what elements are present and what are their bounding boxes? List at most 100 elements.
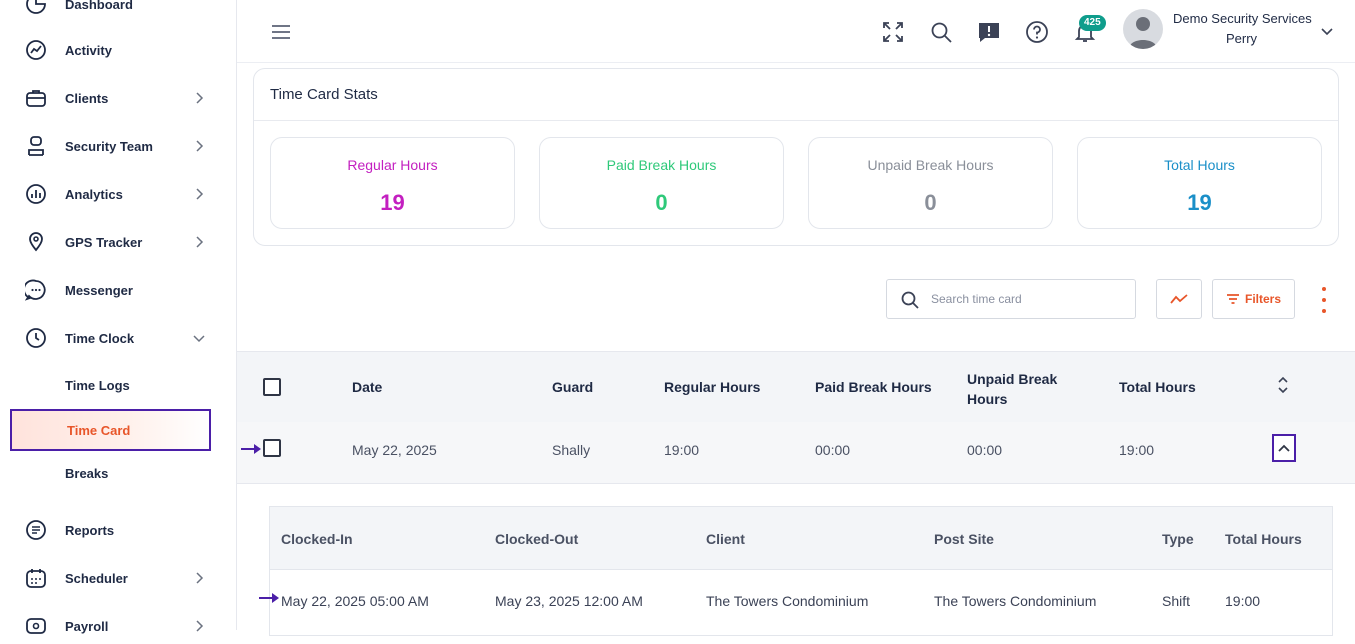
column-header-client[interactable]: Client <box>706 531 745 547</box>
stat-value: 19 <box>1187 190 1212 215</box>
sidebar-item-label: Scheduler <box>65 570 128 586</box>
stat-total-hours: Total Hours 19 <box>1077 137 1322 229</box>
avatar[interactable] <box>1123 9 1163 49</box>
clock-icon <box>25 327 47 349</box>
column-header-guard[interactable]: Guard <box>552 379 593 395</box>
column-header-regular-hours[interactable]: Regular Hours <box>664 379 760 395</box>
sidebar-item-activity[interactable]: Activity <box>0 32 237 68</box>
sidebar-subitem-breaks[interactable]: Breaks <box>0 457 237 489</box>
sidebar-item-messenger[interactable]: Messenger <box>0 272 237 308</box>
sidebar-subitem-label: Time Card <box>67 423 131 438</box>
sidebar-item-reports[interactable]: Reports <box>0 512 237 548</box>
pointer-arrow-icon <box>241 444 261 454</box>
column-header-date[interactable]: Date <box>352 379 382 395</box>
table-header: Date Guard Regular Hours Paid Break Hour… <box>237 351 1355 422</box>
chevron-right-icon <box>196 620 204 632</box>
filters-button[interactable]: Filters <box>1212 279 1295 319</box>
cell-guard: Shally <box>552 442 591 458</box>
filter-icon <box>1226 294 1239 304</box>
stat-label: Regular Hours <box>347 157 438 173</box>
sidebar-subitem-label: Time Logs <box>65 377 130 393</box>
sidebar-item-gps-tracker[interactable]: GPS Tracker <box>0 224 237 260</box>
sidebar-item-label: Security Team <box>65 138 153 154</box>
calendar-icon <box>25 567 47 589</box>
notification-badge: 425 <box>1079 15 1106 31</box>
chevron-right-icon <box>196 140 204 152</box>
sidebar-item-dashboard[interactable]: Dashboard <box>0 0 237 22</box>
sidebar-item-label: Time Clock <box>65 330 135 346</box>
search-box <box>886 279 1136 319</box>
dot-icon <box>1322 298 1326 302</box>
table-row[interactable]: May 22, 2025 Shally 19:00 00:00 00:00 19… <box>237 422 1355 484</box>
search-icon <box>901 291 919 309</box>
sidebar-item-security-team[interactable]: Security Team <box>0 128 237 164</box>
cell-clocked-out: May 23, 2025 12:00 AM <box>495 593 643 609</box>
cell-paid-break-hours: 00:00 <box>815 442 851 458</box>
hamburger-menu-icon[interactable] <box>271 24 291 40</box>
dot-icon <box>1322 287 1326 291</box>
detail-table-header: Clocked-In Clocked-Out Client Post Site … <box>270 507 1332 570</box>
sidebar-item-payroll[interactable]: Payroll <box>0 608 237 644</box>
chevron-right-icon <box>196 92 204 104</box>
location-pin-icon <box>25 231 47 253</box>
time-card-stats: Time Card Stats Regular Hours 19 Paid Br… <box>253 68 1339 246</box>
search-input[interactable] <box>931 289 1127 309</box>
dot-icon <box>1322 309 1326 313</box>
chart-button[interactable] <box>1156 279 1202 319</box>
sidebar-item-time-clock[interactable]: Time Clock <box>0 320 237 356</box>
chat-bubble-icon <box>25 279 47 301</box>
stat-paid-break-hours: Paid Break Hours 0 <box>539 137 784 229</box>
chevron-right-icon <box>196 236 204 248</box>
feedback-icon[interactable] <box>977 20 1001 44</box>
sidebar-item-label: Dashboard <box>65 0 133 12</box>
sidebar: Dashboard Activity Clients Security Team… <box>0 0 237 634</box>
help-icon[interactable] <box>1025 20 1049 44</box>
sidebar-item-clients[interactable]: Clients <box>0 80 237 116</box>
chevron-down-icon[interactable] <box>1320 24 1334 38</box>
divider <box>254 120 1338 121</box>
column-header-post-site[interactable]: Post Site <box>934 531 994 547</box>
stats-title: Time Card Stats <box>270 86 378 103</box>
sidebar-item-scheduler[interactable]: Scheduler <box>0 560 237 596</box>
chevron-down-icon <box>193 335 205 343</box>
stat-value: 0 <box>924 190 937 215</box>
briefcase-icon <box>25 87 47 109</box>
stat-value: 0 <box>655 190 668 215</box>
fullscreen-icon[interactable] <box>881 20 905 44</box>
header-line: Hours <box>967 391 1008 407</box>
column-header-total-hours[interactable]: Total Hours <box>1225 531 1302 547</box>
sidebar-subitem-time-card[interactable]: Time Card <box>10 409 211 451</box>
column-header-paid-break-hours[interactable]: Paid Break Hours <box>815 379 932 395</box>
collapse-all-icon[interactable] <box>1276 376 1290 394</box>
top-bar: 425 Demo Security Services Perry <box>237 0 1355 63</box>
stat-regular-hours: Regular Hours 19 <box>270 137 515 229</box>
stat-unpaid-break-hours: Unpaid Break Hours 0 <box>808 137 1053 229</box>
column-header-clocked-out[interactable]: Clocked-Out <box>495 531 578 547</box>
user-name: Perry <box>1226 31 1258 46</box>
column-header-type[interactable]: Type <box>1162 531 1194 547</box>
row-checkbox[interactable] <box>263 439 281 457</box>
sidebar-item-label: Clients <box>65 90 109 106</box>
trend-chart-icon <box>1170 294 1188 304</box>
stat-label: Unpaid Break Hours <box>867 157 994 173</box>
sidebar-item-analytics[interactable]: Analytics <box>0 176 237 212</box>
search-icon[interactable] <box>929 20 953 44</box>
reports-icon <box>25 519 47 541</box>
cell-type: Shift <box>1162 593 1191 609</box>
sidebar-subitem-label: Breaks <box>65 465 109 481</box>
sidebar-item-label: Analytics <box>65 186 123 202</box>
sidebar-item-label: GPS Tracker <box>65 234 143 250</box>
select-all-checkbox[interactable] <box>263 378 281 396</box>
sidebar-item-label: Reports <box>65 522 115 538</box>
expand-row-button[interactable] <box>1272 434 1296 462</box>
sidebar-item-label: Activity <box>65 42 112 58</box>
guard-icon <box>25 135 47 157</box>
column-header-clocked-in[interactable]: Clocked-In <box>281 531 353 547</box>
sidebar-subitem-time-logs[interactable]: Time Logs <box>0 369 237 401</box>
cell-clocked-in: May 22, 2025 05:00 AM <box>281 593 429 609</box>
more-options-button[interactable] <box>1316 287 1332 313</box>
stat-label: Paid Break Hours <box>606 157 717 173</box>
sidebar-item-label: Payroll <box>65 618 109 634</box>
column-header-total-hours[interactable]: Total Hours <box>1119 379 1196 395</box>
column-header-unpaid-break-hours[interactable]: Unpaid Break Hours <box>967 369 1057 409</box>
